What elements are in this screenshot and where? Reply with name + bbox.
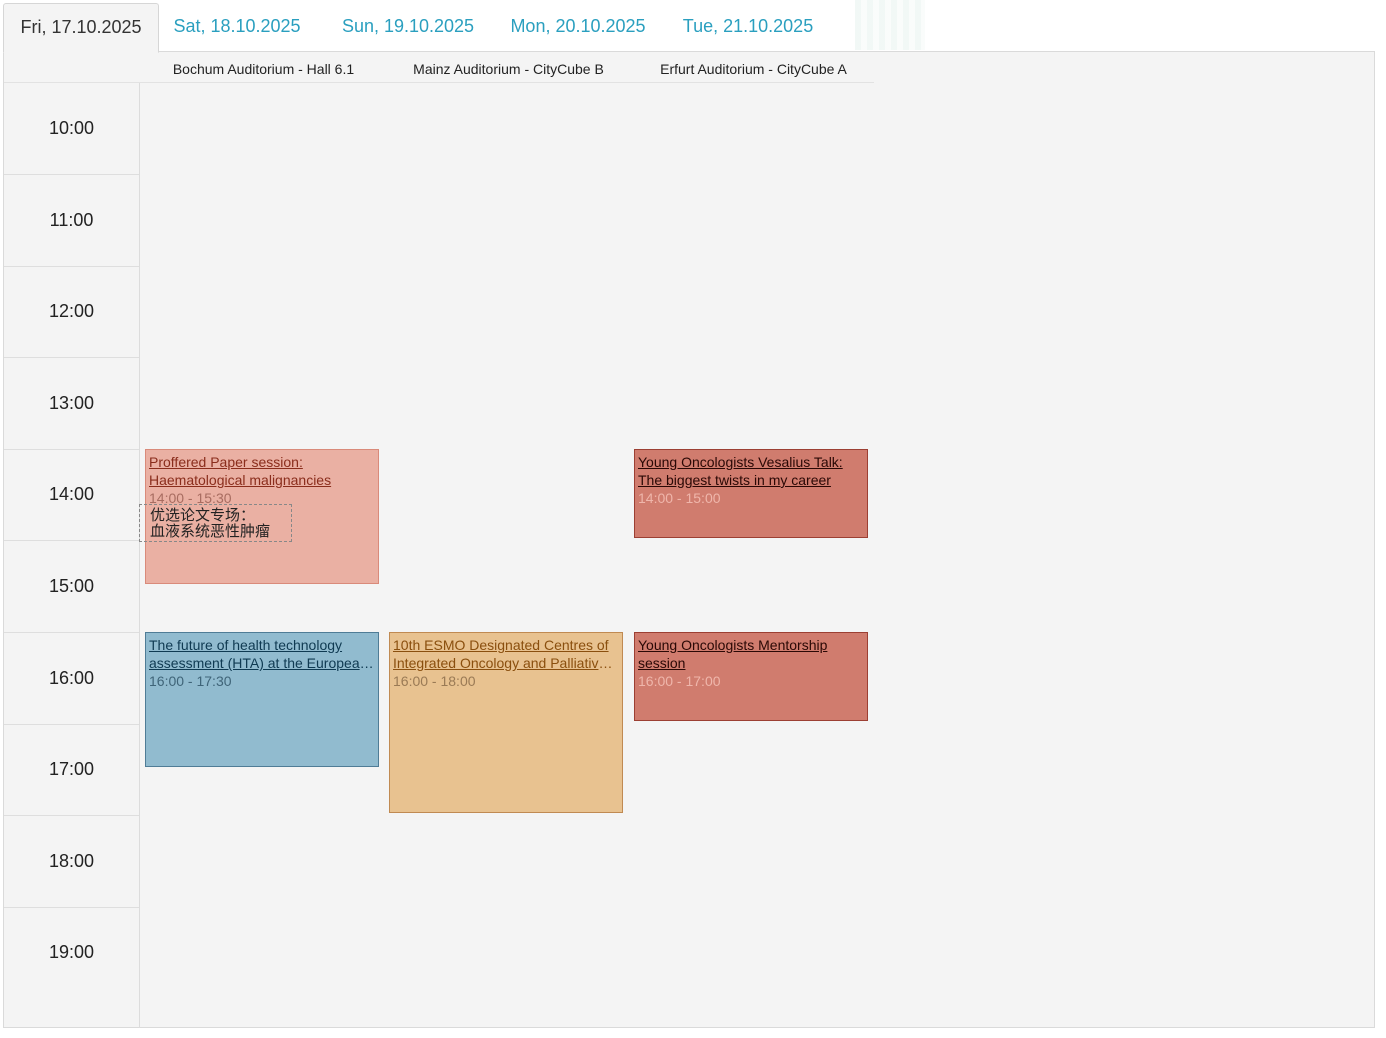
- event-title[interactable]: 10th ESMO Designated Centres of Integrat…: [393, 636, 619, 672]
- translation-line-1: 优选论文专场：: [150, 506, 256, 524]
- event-mentorship-session[interactable]: Young Oncologists Mentorship session 16:…: [634, 632, 868, 721]
- hour-label-17: 17:00: [4, 724, 139, 816]
- tab-mon-20-10-2025[interactable]: Mon, 20.10.2025: [503, 3, 653, 51]
- event-title[interactable]: The future of health technology assessme…: [149, 636, 375, 672]
- event-time: 16:00 - 18:00: [393, 673, 476, 689]
- event-time: 16:00 - 17:00: [638, 673, 721, 689]
- event-esmo-designated-centres[interactable]: 10th ESMO Designated Centres of Integrat…: [389, 632, 623, 813]
- hour-label-12: 12:00: [4, 266, 139, 358]
- translation-line-2: 血液系统恶性肿瘤: [150, 522, 271, 540]
- tab-fri-17-10-2025[interactable]: Fri, 17.10.2025: [3, 3, 159, 53]
- event-time: 16:00 - 17:30: [149, 673, 232, 689]
- hour-label-11: 11:00: [4, 175, 139, 267]
- hour-label-14: 14:00: [4, 449, 139, 541]
- tab-tue-21-10-2025[interactable]: Tue, 21.10.2025: [673, 3, 823, 51]
- event-title[interactable]: Young Oncologists Mentorship session: [638, 636, 864, 672]
- tab-sat-18-10-2025[interactable]: Sat, 18.10.2025: [163, 3, 311, 51]
- room-header-erfurt: Erfurt Auditorium - CityCube A: [660, 61, 847, 77]
- event-vesalius-talk[interactable]: Young Oncologists Vesalius Talk: The big…: [634, 449, 868, 538]
- event-hta-future[interactable]: The future of health technology assessme…: [145, 632, 379, 767]
- hour-label-13: 13:00: [4, 358, 139, 450]
- time-column: 10:00 11:00 12:00 13:00 14:00 15:00 16:0…: [4, 83, 140, 1028]
- hour-label-19: 19:00: [48, 942, 95, 962]
- event-title[interactable]: Proffered Paper session: Haematological …: [149, 453, 375, 489]
- translation-overlay: 优选论文专场： 血液系统恶性肿瘤: [139, 504, 292, 542]
- room-header-bochum: Bochum Auditorium - Hall 6.1: [172, 61, 355, 77]
- hour-label-15: 15:00: [4, 541, 139, 633]
- room-header-mainz: Mainz Auditorium - CityCube B: [413, 61, 604, 77]
- day-tabs: Fri, 17.10.2025 Sat, 18.10.2025 Sun, 19.…: [3, 3, 1376, 53]
- event-time: 14:00 - 15:00: [638, 490, 721, 506]
- event-title[interactable]: Young Oncologists Vesalius Talk: The big…: [638, 453, 864, 489]
- hour-label-18: 18:00: [4, 816, 139, 908]
- hour-label-16: 16:00: [4, 633, 139, 725]
- tab-sun-19-10-2025[interactable]: Sun, 19.10.2025: [329, 3, 487, 51]
- hour-label-10: 10:00: [4, 83, 139, 175]
